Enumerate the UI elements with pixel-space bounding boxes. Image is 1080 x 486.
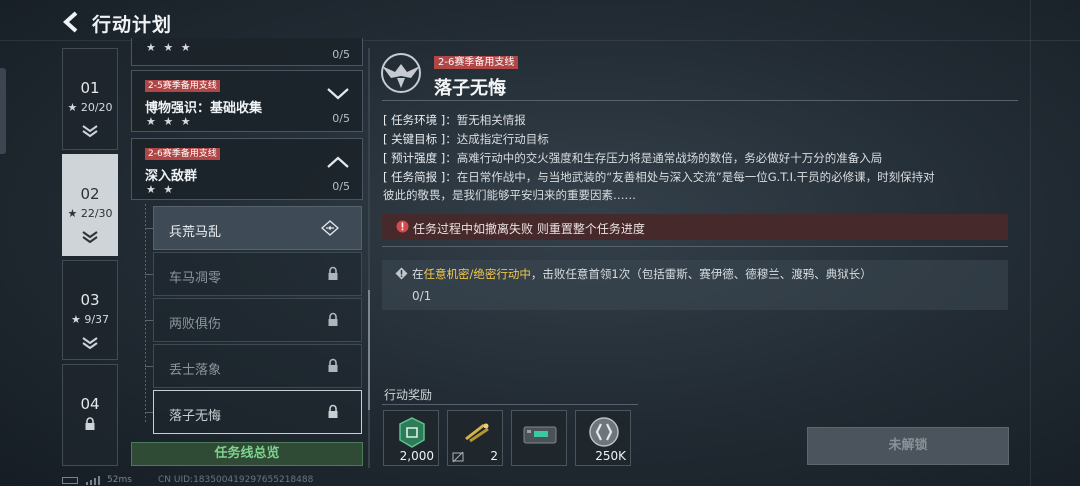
rewards-label: 行动奖励 <box>384 388 433 402</box>
lock-icon <box>328 404 338 418</box>
subtask-name: 车马凋零 <box>169 271 222 286</box>
lock-icon <box>63 417 117 431</box>
warning-text: 任务过程中如撤离失败 则重置整个任务进度 <box>413 222 645 236</box>
target-diamond-icon <box>321 220 339 236</box>
subtask-name: 两败俱伤 <box>169 317 222 332</box>
ammo-item-icon <box>465 423 489 443</box>
subtask-item-2[interactable]: 车马凋零 <box>153 252 362 296</box>
info-key: [ 关键目标 ] <box>383 132 446 146</box>
quest-stars: ★ ★ <box>146 183 176 196</box>
info-key-goal: [ 关键目标 ]：达成指定行动目标 <box>383 130 1033 148</box>
quest-stars: ★ ★ ★ <box>146 41 193 54</box>
quest-tag: 2-6赛季备用支线 <box>145 148 220 160</box>
detail-title: 落子无悔 <box>434 78 506 99</box>
info-diamond-icon <box>395 267 408 280</box>
chapter-number: 04 <box>80 395 100 413</box>
tree-branch <box>145 412 153 413</box>
info-value: ：达成指定行动目标 <box>445 132 549 146</box>
chevron-down-icon <box>63 124 117 138</box>
tree-branch <box>145 366 153 367</box>
info-brief: [ 任务简报 ]：在日常作战中，与当地武装的“友善相处与深入交流”是每一位G.T… <box>383 168 1033 186</box>
info-intensity: [ 预计强度 ]：高难行动中的交火强度和生存压力将是通常战场的数倍，务必做好十万… <box>383 149 1033 167</box>
subtask-name: 落子无悔 <box>169 409 222 424</box>
side-handle[interactable] <box>0 68 6 154</box>
scrollbar-thumb[interactable] <box>368 290 370 410</box>
lock-icon <box>328 358 338 372</box>
no-carry-icon <box>452 451 464 463</box>
info-value: ：暂无相关情报 <box>445 113 526 127</box>
task-progress: 0/1 <box>412 289 432 303</box>
reward-item-2[interactable]: 2 <box>447 410 503 466</box>
reward-count: 2 <box>490 449 498 463</box>
tree-line <box>145 204 146 424</box>
warning-icon <box>396 220 409 233</box>
subtask-item-4[interactable]: 丢士落象 <box>153 344 362 388</box>
subtask-item-1[interactable]: 兵荒马乱 <box>153 206 362 250</box>
questline-overview-button[interactable]: 任务线总览 <box>131 442 363 466</box>
subtask-item-5[interactable]: 落子无悔 <box>153 390 362 434</box>
quest-item-partial[interactable]: ★ ★ ★ 0/5 <box>131 38 363 66</box>
subtask-item-3[interactable]: 两败俱伤 <box>153 298 362 342</box>
tree-branch <box>145 320 153 321</box>
quest-progress: 0/5 <box>332 180 350 193</box>
quest-stars: ★ ★ ★ <box>146 115 193 128</box>
divider <box>382 404 638 405</box>
page-title: 行动计划 <box>92 14 173 36</box>
reward-count: 2,000 <box>399 449 434 463</box>
lock-icon <box>328 266 338 280</box>
info-key: [ 任务简报 ] <box>383 170 446 184</box>
uid-text: CN UID:18350041929765521848​8 <box>158 475 314 485</box>
divider <box>382 246 1008 247</box>
chapter-number: 02 <box>80 185 100 203</box>
eagle-emblem-icon <box>381 53 421 93</box>
info-key: [ 预计强度 ] <box>383 151 446 165</box>
chapter-tab-04[interactable]: 04 <box>62 364 118 466</box>
reward-item-3[interactable] <box>511 410 567 466</box>
chevron-down-icon <box>327 88 349 100</box>
chapter-tab-03[interactable]: 03 ★ 9/37 <box>62 260 118 360</box>
tree-branch <box>145 228 153 229</box>
signal-icon <box>86 476 100 485</box>
lock-icon <box>328 312 338 326</box>
task-description: 在任意机密/绝密行动中，击败任意首领1次（包括雷斯、赛伊德、德穆兰、渡鸦、典狱长… <box>412 267 872 281</box>
chapter-tab-02[interactable]: 02 ★ 22/30 <box>62 154 118 256</box>
reward-item-4[interactable]: 250K <box>575 410 631 466</box>
chapter-number: 03 <box>80 291 100 309</box>
info-key: [ 任务环境 ] <box>383 113 446 127</box>
chapter-number: 01 <box>80 79 100 97</box>
info-value: ：在日常作战中，与当地武装的“友善相处与深入交流”是每一位G.T.I.干员的必修… <box>445 170 935 184</box>
info-value: ：高难行动中的交火强度和生存压力将是通常战场的数倍，务必做好十万分的准备入局 <box>445 151 883 165</box>
reward-count: 250K <box>595 449 626 463</box>
back-icon[interactable] <box>60 10 84 34</box>
chapter-stars: ★ 22/30 <box>67 207 113 220</box>
tree-branch <box>145 274 153 275</box>
task-highlight: 任意机密/绝密行动中 <box>423 267 531 281</box>
quest-tag: 2-5赛季备用支线 <box>145 80 220 92</box>
subtask-name: 兵荒马乱 <box>169 225 222 240</box>
subtask-name: 丢士落象 <box>169 363 222 378</box>
quest-item-basic-collection[interactable]: 2-5赛季备用支线 博物强识：基础收集 ★ ★ ★ 0/5 <box>131 70 363 132</box>
chevron-down-icon <box>63 230 117 244</box>
unlock-button[interactable]: 未解锁 <box>807 427 1009 465</box>
quest-item-deep-into-enemy[interactable]: 2-6赛季备用支线 深入敌群 ★ ★ 0/5 <box>131 138 363 200</box>
quest-progress: 0/5 <box>332 112 350 125</box>
quest-name: 深入敌群 <box>145 169 198 184</box>
chapter-tab-01[interactable]: 01 ★ 20/20 <box>62 48 118 150</box>
divider <box>382 100 1018 101</box>
info-environment: [ 任务环境 ]：暂无相关情报 <box>383 111 1033 129</box>
chapter-stars: ★ 20/20 <box>67 101 113 114</box>
info-brief-continued: 彼此的敬畏，是我们能够平安归来的重要因素…… <box>383 188 636 202</box>
detail-tag: 2-6赛季备用支线 <box>434 56 519 69</box>
ping-text: 52ms <box>107 475 132 485</box>
currency-chip-icon <box>399 417 425 448</box>
quest-progress: 0/5 <box>332 48 350 61</box>
device-case-icon <box>523 426 557 444</box>
reward-item-1[interactable]: 2,000 <box>383 410 439 466</box>
quest-name: 博物强识：基础收集 <box>145 101 263 116</box>
chevron-down-icon <box>63 336 117 350</box>
coin-icon <box>589 417 619 447</box>
battery-icon <box>62 477 78 484</box>
chapter-stars: ★ 9/37 <box>70 313 110 326</box>
chevron-up-icon <box>327 156 349 168</box>
